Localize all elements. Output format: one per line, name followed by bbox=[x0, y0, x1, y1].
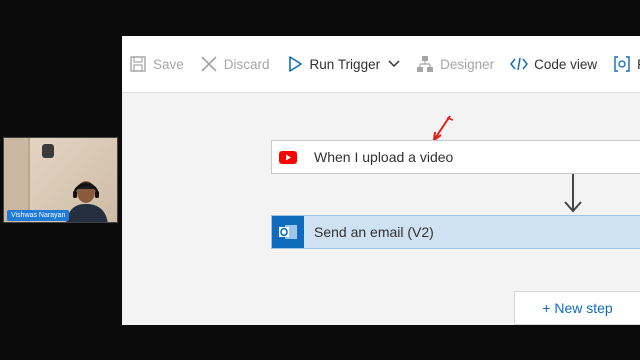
youtube-icon bbox=[272, 141, 304, 173]
discard-label: Discard bbox=[223, 56, 270, 72]
run-trigger-button[interactable]: Run Trigger bbox=[286, 49, 401, 79]
participant-name-tag: Vishwas Narayan bbox=[7, 210, 70, 221]
trigger-title: When I upload a video bbox=[314, 149, 454, 165]
designer-toolbar: Save Discard Run Trigger Designer Code v… bbox=[122, 36, 640, 93]
save-label: Save bbox=[153, 56, 184, 72]
wall-fixture bbox=[42, 144, 54, 158]
code-view-label: Code view bbox=[534, 56, 598, 72]
code-icon bbox=[510, 55, 529, 73]
webcam-overlay: Vishwas Narayan bbox=[3, 137, 118, 223]
run-trigger-label: Run Trigger bbox=[309, 56, 381, 72]
code-view-button[interactable]: Code view bbox=[510, 49, 597, 79]
video-frame: Save Discard Run Trigger Designer Code v… bbox=[0, 0, 640, 360]
designer-button[interactable]: Designer bbox=[416, 49, 494, 79]
parameters-button[interactable]: Pa bbox=[613, 49, 640, 79]
parameters-icon bbox=[613, 55, 631, 73]
trigger-card[interactable]: When I upload a video bbox=[271, 140, 640, 174]
save-icon bbox=[129, 55, 147, 73]
save-button[interactable]: Save bbox=[129, 49, 184, 79]
action-title: Send an email (V2) bbox=[314, 224, 434, 240]
designer-label: Designer bbox=[440, 56, 495, 72]
outlook-icon bbox=[272, 216, 304, 248]
shared-screen: Save Discard Run Trigger Designer Code v… bbox=[122, 36, 640, 325]
play-icon bbox=[286, 55, 304, 73]
discard-button[interactable]: Discard bbox=[200, 49, 270, 79]
new-step-button[interactable]: + New step bbox=[514, 291, 640, 325]
chevron-down-icon bbox=[388, 60, 400, 68]
designer-icon bbox=[416, 55, 434, 73]
close-icon bbox=[200, 55, 218, 73]
participant-avatar bbox=[62, 174, 112, 222]
flow-canvas: When I upload a video Send an email (V2)… bbox=[122, 94, 640, 325]
action-card[interactable]: Send an email (V2) bbox=[271, 215, 640, 249]
